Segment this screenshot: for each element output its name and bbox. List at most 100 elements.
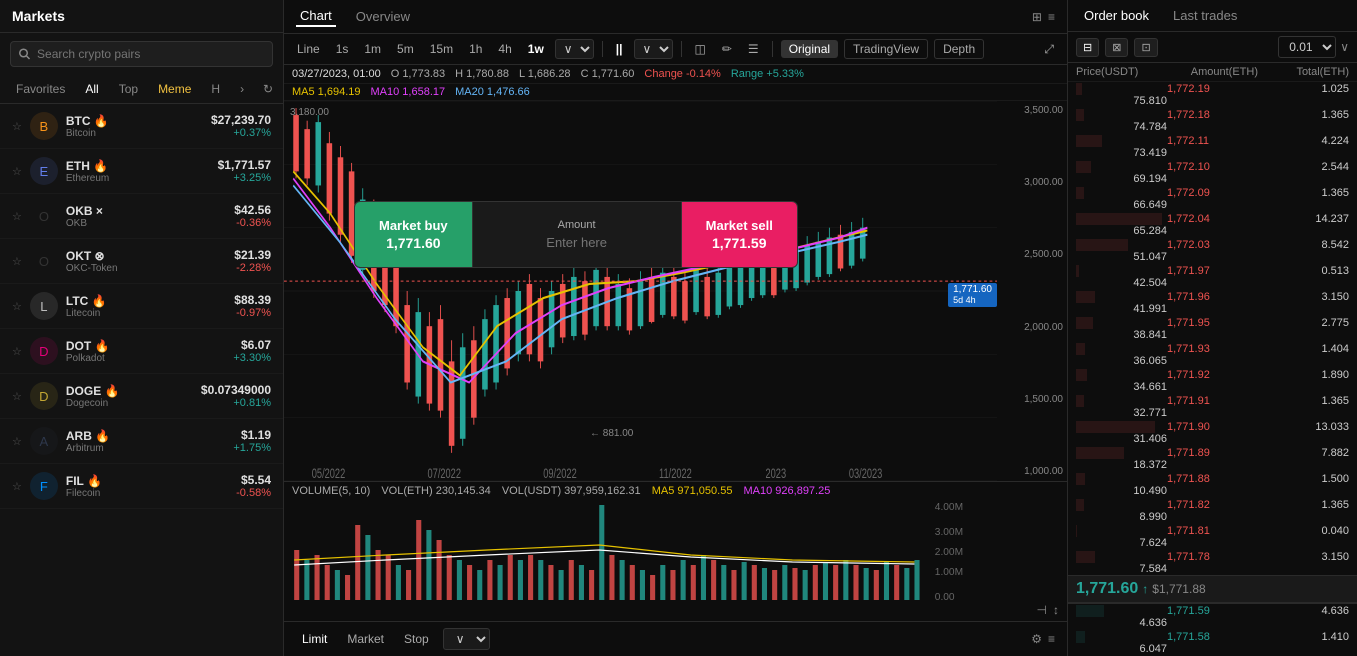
star-icon[interactable]: ☆: [12, 210, 22, 223]
coin-item-okb[interactable]: ☆ O OKB × OKB $42.56 -0.36%: [0, 194, 283, 239]
coin-item-eth[interactable]: ☆ E ETH 🔥 Ethereum $1,771.57 +3.25%: [0, 149, 283, 194]
sell-amount: 3.150: [1258, 551, 1349, 563]
sell-total: 18.372: [1076, 459, 1167, 471]
view-btn-2[interactable]: ⊠: [1105, 38, 1128, 57]
current-usd: $1,771.88: [1152, 582, 1205, 596]
pencil-btn[interactable]: ✏: [717, 40, 737, 58]
star-icon[interactable]: ☆: [12, 120, 22, 133]
expand-btn[interactable]: ⤢: [1039, 40, 1059, 59]
grid-icon[interactable]: ⊞: [1032, 10, 1042, 24]
amount-input[interactable]: [489, 235, 665, 250]
tab-overview[interactable]: Overview: [352, 7, 414, 26]
coin-fullname: Filecoin: [66, 488, 236, 499]
filter-tabs: Favorites All Top Meme H › ↻: [0, 75, 283, 104]
timeframe-select[interactable]: ∨: [555, 39, 594, 59]
tf-1m[interactable]: 1m: [359, 40, 386, 58]
trading-btn[interactable]: TradingView: [844, 39, 928, 59]
settings-icon[interactable]: ≡: [1048, 10, 1055, 24]
limit-btn[interactable]: Limit: [296, 630, 333, 648]
coin-item-arb[interactable]: ☆ A ARB 🔥 Arbitrum $1.19 +1.75%: [0, 419, 283, 464]
buy-amount: 4.636: [1258, 605, 1349, 617]
sell-order-row: 1,772.19 1.025 75.810: [1068, 82, 1357, 108]
search-bar[interactable]: [10, 41, 273, 67]
candle-select[interactable]: ∨: [634, 39, 673, 59]
star-icon[interactable]: ☆: [12, 345, 22, 358]
tab-chart[interactable]: Chart: [296, 6, 336, 27]
coin-change: -0.58%: [236, 487, 271, 499]
tab-favorites[interactable]: Favorites: [10, 79, 71, 99]
candle-type-btn[interactable]: ||: [611, 40, 628, 58]
amount-selector[interactable]: 0.01: [1278, 36, 1336, 58]
tf-4h[interactable]: 4h: [493, 40, 516, 58]
cursor-icon[interactable]: ⊣: [1037, 603, 1047, 617]
chart-type-btn[interactable]: ◫: [690, 40, 711, 58]
sell-amount: 3.150: [1258, 291, 1349, 303]
markets-title: Markets: [0, 0, 283, 33]
col-total: Total(ETH): [1258, 66, 1349, 78]
sell-price: 1,771.82: [1167, 499, 1258, 511]
star-icon[interactable]: ☆: [12, 165, 22, 178]
star-icon[interactable]: ☆: [12, 255, 22, 268]
chart-area: 3,500.00 3,000.00 2,500.00 2,000.00 1,50…: [284, 101, 1067, 481]
coin-item-btc[interactable]: ☆ B BTC 🔥 Bitcoin $27,239.70 +0.37%: [0, 104, 283, 149]
coin-price-value: $0.07349000: [201, 383, 271, 397]
coin-item-fil[interactable]: ☆ F FIL 🔥 Filecoin $5.54 -0.58%: [0, 464, 283, 509]
star-icon[interactable]: ☆: [12, 300, 22, 313]
coin-item-doge[interactable]: ☆ D DOGE 🔥 Dogecoin $0.07349000 +0.81%: [0, 374, 283, 419]
coin-price-info: $1.19 +1.75%: [233, 428, 271, 454]
sell-amount: 0.040: [1258, 525, 1349, 537]
buy-price: 1,771.58: [1167, 631, 1258, 643]
tf-15m[interactable]: 15m: [425, 40, 458, 58]
tf-5m[interactable]: 5m: [392, 40, 419, 58]
expand-bottom-icon[interactable]: ↕: [1053, 603, 1059, 617]
line-btn[interactable]: Line: [292, 40, 325, 58]
coin-change: +3.30%: [233, 352, 271, 364]
tf-1w[interactable]: 1w: [523, 40, 549, 58]
search-icon: [19, 48, 31, 61]
right-panel: Order book Last trades ⊟ ⊠ ⊡ 0.01 ∨ Pric…: [1067, 0, 1357, 656]
price-1500: 1,500.00: [997, 394, 1067, 405]
market-btn[interactable]: Market: [341, 630, 390, 648]
original-btn[interactable]: Original: [781, 40, 838, 58]
tf-1s[interactable]: 1s: [331, 40, 354, 58]
tab-more[interactable]: ›: [234, 79, 250, 99]
search-input[interactable]: [37, 47, 264, 61]
amount-dropdown-icon[interactable]: ∨: [1340, 40, 1349, 54]
tab-last-trades[interactable]: Last trades: [1169, 6, 1241, 25]
market-sell-btn[interactable]: Market sell 1,771.59: [682, 202, 797, 267]
view-btn-1[interactable]: ⊟: [1076, 38, 1099, 57]
tab-order-book[interactable]: Order book: [1080, 6, 1153, 25]
tab-meme[interactable]: Meme: [152, 79, 197, 99]
depth-btn[interactable]: Depth: [934, 39, 984, 59]
tab-all[interactable]: All: [79, 79, 104, 99]
lines-btn[interactable]: ☰: [743, 40, 764, 58]
menu-order-icon[interactable]: ≡: [1048, 632, 1055, 646]
coin-list: ☆ B BTC 🔥 Bitcoin $27,239.70 +0.37% ☆ E …: [0, 104, 283, 656]
star-icon[interactable]: ☆: [12, 435, 22, 448]
svg-text:0.00: 0.00: [935, 592, 955, 603]
star-icon[interactable]: ☆: [12, 390, 22, 403]
sell-amount: 14.237: [1258, 213, 1349, 225]
tab-h[interactable]: H: [205, 79, 226, 99]
star-icon[interactable]: ☆: [12, 480, 22, 493]
sell-amount: 1.365: [1258, 187, 1349, 199]
settings-order-icon[interactable]: ⚙: [1031, 632, 1042, 646]
market-buy-btn[interactable]: Market buy 1,771.60: [355, 202, 472, 267]
sell-price: 1,771.96: [1167, 291, 1258, 303]
sell-total: 7.584: [1076, 563, 1167, 575]
view-btn-3[interactable]: ⊡: [1134, 38, 1157, 57]
coin-item-dot[interactable]: ☆ D DOT 🔥 Polkadot $6.07 +3.30%: [0, 329, 283, 374]
coin-logo: F: [30, 472, 58, 500]
coin-item-ltc[interactable]: ☆ L LTC 🔥 Litecoin $88.39 -0.97%: [0, 284, 283, 329]
coin-info: DOT 🔥 Polkadot: [66, 339, 234, 364]
sell-order-row: 1,771.82 1.365 8.990: [1068, 498, 1357, 524]
coin-price-info: $21.39 -2.28%: [234, 248, 271, 274]
chart-controls: Line 1s 1m 5m 15m 1h 4h 1w ∨ || ∨ ◫ ✏ ☰ …: [284, 34, 1067, 65]
volume-info: VOLUME(5, 10) VOL(ETH) 230,145.34 VOL(US…: [284, 482, 1067, 500]
tab-top[interactable]: Top: [113, 79, 144, 99]
tf-1h[interactable]: 1h: [464, 40, 487, 58]
refresh-icon[interactable]: ↻: [263, 82, 273, 96]
coin-item-okt[interactable]: ☆ O OKT ⊗ OKC-Token $21.39 -2.28%: [0, 239, 283, 284]
order-dropdown[interactable]: ∨: [443, 628, 490, 650]
stop-btn[interactable]: Stop: [398, 630, 435, 648]
